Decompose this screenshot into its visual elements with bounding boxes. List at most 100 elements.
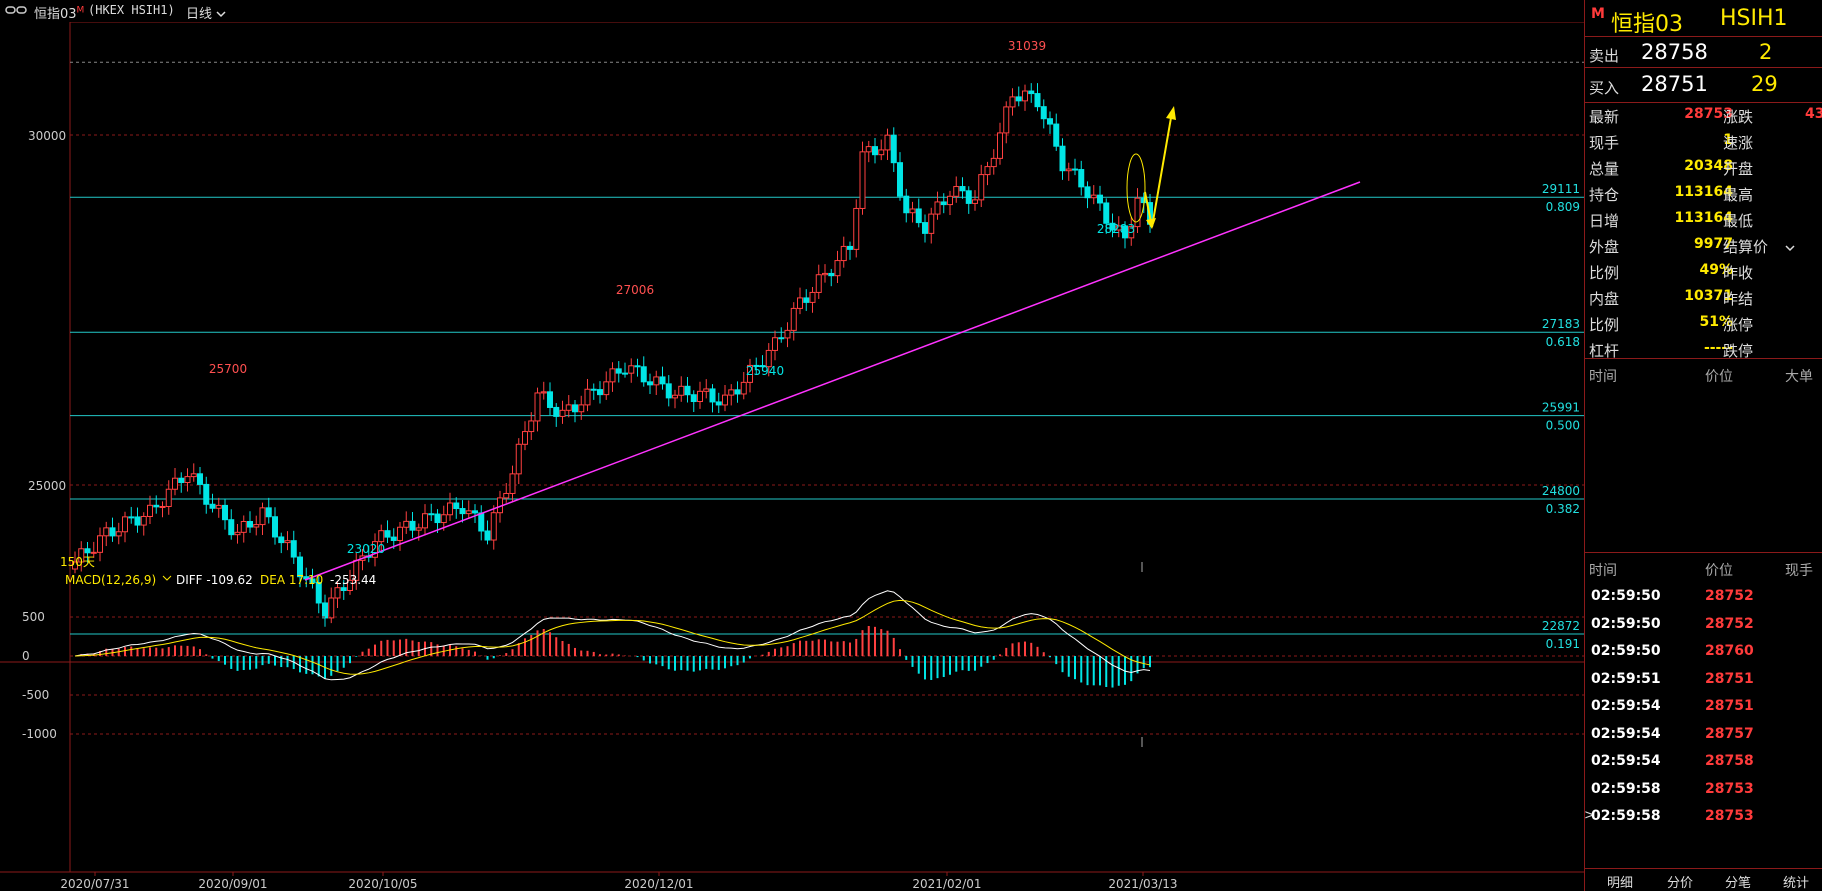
candle-body — [440, 514, 447, 524]
tick-time: 02:59:50 — [1591, 615, 1661, 632]
tab-price-distribution[interactable]: 分价 — [1667, 872, 1693, 891]
candle-body — [265, 507, 272, 518]
candle-body — [809, 291, 816, 303]
stat-label-2: 速涨 — [1723, 134, 1754, 152]
stat-value: 51% — [1699, 314, 1733, 330]
candle-body — [222, 504, 228, 521]
candle-body — [1059, 145, 1066, 172]
candle-body — [453, 502, 460, 510]
candle-body — [378, 530, 385, 543]
candle-body — [640, 366, 647, 383]
candle-body — [1003, 106, 1010, 134]
candle-body — [834, 260, 841, 277]
candle-body — [1084, 186, 1091, 199]
tab-tick[interactable]: 分笔 — [1725, 872, 1751, 891]
candle-body — [959, 186, 966, 192]
panel-tabs: 明细 分价 分笔 统计 — [1585, 868, 1822, 891]
candle-body — [534, 392, 541, 422]
candle-body — [1028, 90, 1035, 95]
sell-price: 28758 — [1641, 40, 1708, 64]
candle-body — [528, 420, 535, 433]
candle-body — [472, 510, 478, 514]
candle-body — [878, 149, 885, 156]
buy-qty: 29 — [1751, 72, 1778, 96]
instrument-name: 恒指03 — [1611, 12, 1683, 37]
candle-body — [434, 513, 441, 524]
chart-header: 恒指03M (HKEX HSIH1) 日线 — [0, 0, 1584, 22]
stat-value: 28753 — [1684, 106, 1733, 122]
stat-value-2: 43 — [1805, 106, 1822, 122]
tick-row: 02:59:50 28752 — [1585, 616, 1822, 640]
candle-body — [428, 513, 435, 516]
stat-label-2: 最低 — [1723, 212, 1754, 230]
candle-body — [584, 388, 591, 406]
candle-body — [1072, 168, 1078, 171]
candle-body — [647, 381, 653, 386]
chevron-down-icon[interactable] — [1785, 244, 1795, 252]
candle-body — [203, 483, 210, 505]
candle-body — [722, 394, 728, 406]
stat-label: 比例 — [1589, 316, 1620, 334]
tick-row: 02:59:50 28752 — [1585, 588, 1822, 612]
tick-row: 02:59:58 28753 — [1585, 781, 1822, 805]
candle-body — [397, 526, 403, 541]
stat-label-2: 昨结 — [1723, 290, 1754, 308]
candle-body — [1053, 123, 1060, 147]
candle-body — [784, 329, 791, 339]
stat-value: 49% — [1699, 262, 1733, 278]
stat-label-2: 涨停 — [1723, 316, 1754, 334]
tick-price: 28760 — [1705, 643, 1754, 659]
candle-body — [597, 389, 603, 396]
candle-body — [709, 388, 716, 403]
candle-body — [278, 536, 285, 544]
candle-body — [253, 524, 260, 528]
candle-body — [828, 272, 835, 277]
candle-body — [190, 473, 197, 478]
candle-body — [853, 207, 860, 250]
candle-body — [334, 587, 341, 599]
fib-price-label: 25991 — [1542, 401, 1580, 415]
candle-body — [1065, 168, 1072, 172]
ticks-col-price: 价位 — [1705, 563, 1733, 579]
tab-stats[interactable]: 统计 — [1783, 872, 1809, 891]
tab-detail[interactable]: 明细 — [1607, 872, 1633, 891]
candle-body — [797, 297, 803, 309]
period-selector[interactable]: 日线 — [186, 3, 226, 22]
stat-value: 20348 — [1684, 158, 1733, 174]
date-label: 2021/02/01 — [912, 877, 981, 891]
ticks-col-qty: 现手 — [1785, 563, 1813, 579]
macd-dea: DEA 17.10 — [260, 573, 323, 587]
candle-body — [515, 443, 522, 475]
stat-value: 113164 — [1674, 210, 1733, 226]
candle-body — [672, 394, 678, 399]
instrument-code: HSIH1 — [1720, 6, 1788, 31]
candle-body — [1022, 90, 1028, 102]
candle-body — [609, 368, 616, 383]
fib-price-label: 29111 — [1542, 182, 1580, 196]
fib-ratio-label: 0.191 — [1546, 637, 1580, 651]
fib-price-label: 24800 — [1542, 484, 1580, 498]
candle-body — [690, 394, 697, 403]
stat-label: 外盘 — [1589, 238, 1620, 256]
macd-tick-label: 0 — [22, 649, 30, 663]
candle-body — [897, 162, 903, 197]
diff-line — [74, 590, 1151, 681]
candle-body — [409, 520, 416, 531]
candle-body — [615, 368, 622, 374]
candle-body — [1103, 202, 1110, 224]
candle-body — [90, 551, 97, 554]
candle-body — [697, 390, 703, 403]
quote-panel: M 恒指03 HSIH1 卖出 28758 2 买入 28751 29 最新 28… — [1584, 0, 1822, 891]
tick-row: 02:59:54 28751 — [1585, 698, 1822, 722]
stat-value: 1 — [1723, 132, 1733, 148]
kline-chart[interactable]: 30000 25000 29111 0.809 27183 0.618 25991 0.500… — [0, 22, 1584, 891]
candle-body — [822, 272, 828, 276]
link-icon[interactable] — [4, 2, 30, 22]
candle-body — [803, 297, 810, 303]
candle-body — [134, 516, 141, 526]
arrow-head-up — [1166, 106, 1176, 120]
date-label: 2020/10/05 — [348, 877, 417, 891]
candle-body — [172, 477, 178, 490]
stat-label: 最新 — [1589, 108, 1620, 126]
instrument-title: 恒指03M — [34, 5, 85, 22]
